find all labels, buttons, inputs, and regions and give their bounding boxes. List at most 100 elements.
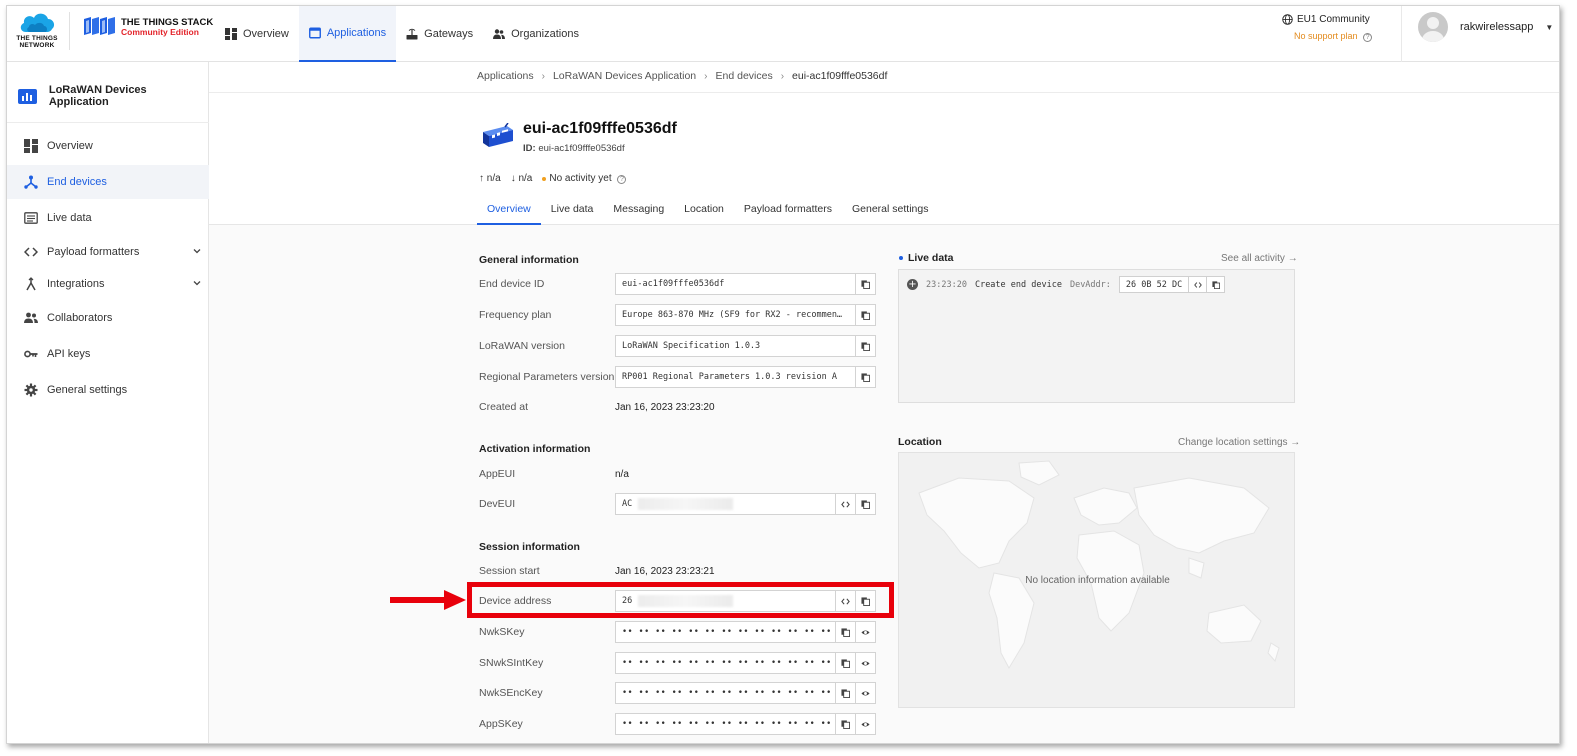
tab-live-data[interactable]: Live data: [541, 203, 604, 225]
nwkskey-value[interactable]: •• •• •• •• •• •• •• •• •• •• •• •• •• •…: [616, 622, 835, 642]
window-icon: [308, 27, 321, 39]
activity-label: No activity yet: [549, 173, 612, 184]
show-value-button[interactable]: [855, 714, 875, 734]
nav-overview[interactable]: Overview: [215, 6, 299, 62]
sidebar-divider: [7, 122, 209, 123]
end-device-id-value[interactable]: eui-ac1f09fffe0536df: [616, 274, 855, 294]
application-icon: [18, 88, 37, 104]
end-device-id-label: End device ID: [479, 278, 545, 290]
created-at-label: Created at: [479, 401, 529, 413]
copy-button[interactable]: [855, 494, 875, 514]
sidebar-item-general-settings[interactable]: General settings: [7, 373, 209, 407]
toggle-format-button[interactable]: [835, 494, 855, 514]
show-value-button[interactable]: [855, 622, 875, 642]
live-data-title: Live data: [899, 252, 954, 264]
see-all-activity-link[interactable]: See all activity →: [1221, 253, 1298, 264]
live-data-title-text: Live data: [908, 252, 954, 264]
tab-general-settings[interactable]: General settings: [842, 203, 938, 225]
session-info-title: Session information: [479, 541, 580, 553]
downlink-value: n/a: [518, 173, 533, 184]
snwksintkey-value[interactable]: •• •• •• •• •• •• •• •• •• •• •• •• •• •…: [616, 653, 835, 673]
people-icon: [24, 312, 38, 323]
lorawan-version-label: LoRaWAN version: [479, 340, 565, 352]
appskey-value[interactable]: •• •• •• •• •• •• •• •• •• •• •• •• •• •…: [616, 714, 835, 734]
sidebar-item-end-devices[interactable]: End devices: [7, 165, 209, 199]
sidebar-item-collaborators[interactable]: Collaborators: [7, 301, 209, 335]
sidebar-item-overview[interactable]: Overview: [7, 129, 209, 163]
avatar: [1418, 12, 1448, 42]
nav-gateways[interactable]: Gateways: [396, 6, 483, 62]
location-map[interactable]: No location information available: [898, 452, 1295, 708]
deveui-label: DevEUI: [479, 498, 516, 510]
code-icon: [24, 247, 38, 257]
chevron-right-icon: ›: [704, 70, 708, 82]
arrow-down-icon: ↓: [510, 173, 516, 184]
sidebar-item-live-data[interactable]: Live data: [7, 201, 209, 235]
end-device-id-field: eui-ac1f09fffe0536df: [615, 273, 876, 295]
deveui-value[interactable]: AC: [616, 494, 835, 514]
event-devaddr-value[interactable]: 26 0B 52 DC: [1120, 277, 1188, 292]
sidebar-item-integrations[interactable]: Integrations: [7, 267, 209, 301]
router-icon: [406, 28, 418, 40]
copy-button[interactable]: [835, 622, 855, 642]
sidebar-item-label: Integrations: [47, 278, 105, 290]
device-hub-icon: [24, 175, 38, 189]
cluster-selector[interactable]: EU1 Community No support plan ?: [1282, 14, 1392, 42]
copy-button[interactable]: [855, 367, 875, 387]
red-arrow-icon: [390, 590, 466, 610]
code-icon: [841, 500, 850, 508]
top-bar: THE THINGS NETWORK THE THINGS STACK Comm…: [7, 6, 1559, 62]
tab-messaging[interactable]: Messaging: [603, 203, 674, 225]
breadcrumb-applications[interactable]: Applications: [477, 70, 534, 82]
copy-icon: [841, 627, 850, 637]
show-value-button[interactable]: [855, 683, 875, 703]
copy-button[interactable]: [1206, 277, 1224, 292]
status-dot-icon: [542, 177, 547, 181]
ttn-logo-text: THE THINGS NETWORK: [16, 35, 58, 49]
tab-payload-formatters[interactable]: Payload formatters: [734, 203, 842, 225]
lorawan-version-field: LoRaWAN Specification 1.0.3: [615, 335, 876, 357]
tab-overview[interactable]: Overview: [477, 203, 541, 225]
help-icon[interactable]: ?: [617, 175, 627, 184]
uplink-value: n/a: [486, 173, 501, 184]
overview-content: General information End device ID eui-ac…: [209, 225, 1559, 743]
copy-button[interactable]: [855, 305, 875, 325]
dashboard-icon: [225, 28, 237, 40]
nwksenckey-value[interactable]: •• •• •• •• •• •• •• •• •• •• •• •• •• •…: [616, 683, 835, 703]
sidebar-item-payload-formatters[interactable]: Payload formatters: [7, 235, 209, 269]
breadcrumb-application[interactable]: LoRaWAN Devices Application: [553, 70, 696, 82]
dashboard-icon: [24, 139, 38, 153]
user-menu[interactable]: rakwirelessapp ▼: [1418, 12, 1553, 42]
regional-params-label: Regional Parameters version: [479, 371, 615, 383]
change-location-link[interactable]: Change location settings →: [1178, 437, 1300, 448]
tts-edition: Community Edition: [121, 27, 199, 37]
event-row[interactable]: + 23:23:20 Create end device DevAddr: 26…: [907, 276, 1226, 293]
support-plan[interactable]: No support plan ?: [1294, 31, 1392, 42]
copy-button[interactable]: [835, 683, 855, 703]
arrow-up-icon: ↑: [479, 173, 484, 184]
chevron-right-icon: ›: [541, 70, 545, 82]
lorawan-version-value[interactable]: LoRaWAN Specification 1.0.3: [616, 336, 855, 356]
copy-icon: [861, 341, 870, 351]
device-address-highlight: [467, 582, 894, 618]
copy-button[interactable]: [835, 714, 855, 734]
nwkskey-label: NwkSKey: [479, 626, 525, 638]
copy-button[interactable]: [855, 274, 875, 294]
regional-params-value[interactable]: RP001 Regional Parameters 1.0.3 revision…: [616, 367, 855, 387]
copy-button[interactable]: [855, 336, 875, 356]
nav-applications[interactable]: Applications: [298, 6, 397, 62]
copy-button[interactable]: [835, 653, 855, 673]
copy-icon: [861, 372, 870, 382]
snwksintkey-label: SNwkSIntKey: [479, 657, 544, 669]
tab-location[interactable]: Location: [674, 203, 734, 225]
nav-organizations[interactable]: Organizations: [483, 6, 589, 62]
toggle-format-button[interactable]: [1188, 277, 1206, 292]
show-value-button[interactable]: [855, 653, 875, 673]
created-at-value: Jan 16, 2023 23:23:20: [615, 402, 715, 413]
frequency-plan-value[interactable]: Europe 863-870 MHz (SF9 for RX2 - recomm…: [616, 305, 855, 325]
ttn-logo[interactable]: THE THINGS NETWORK: [16, 10, 58, 54]
sidebar-item-api-keys[interactable]: API keys: [7, 337, 209, 371]
session-start-value: Jan 16, 2023 23:23:21: [615, 566, 715, 577]
breadcrumb-end-devices[interactable]: End devices: [716, 70, 773, 82]
sidebar-app-title[interactable]: LoRaWAN Devices Application: [18, 84, 208, 108]
